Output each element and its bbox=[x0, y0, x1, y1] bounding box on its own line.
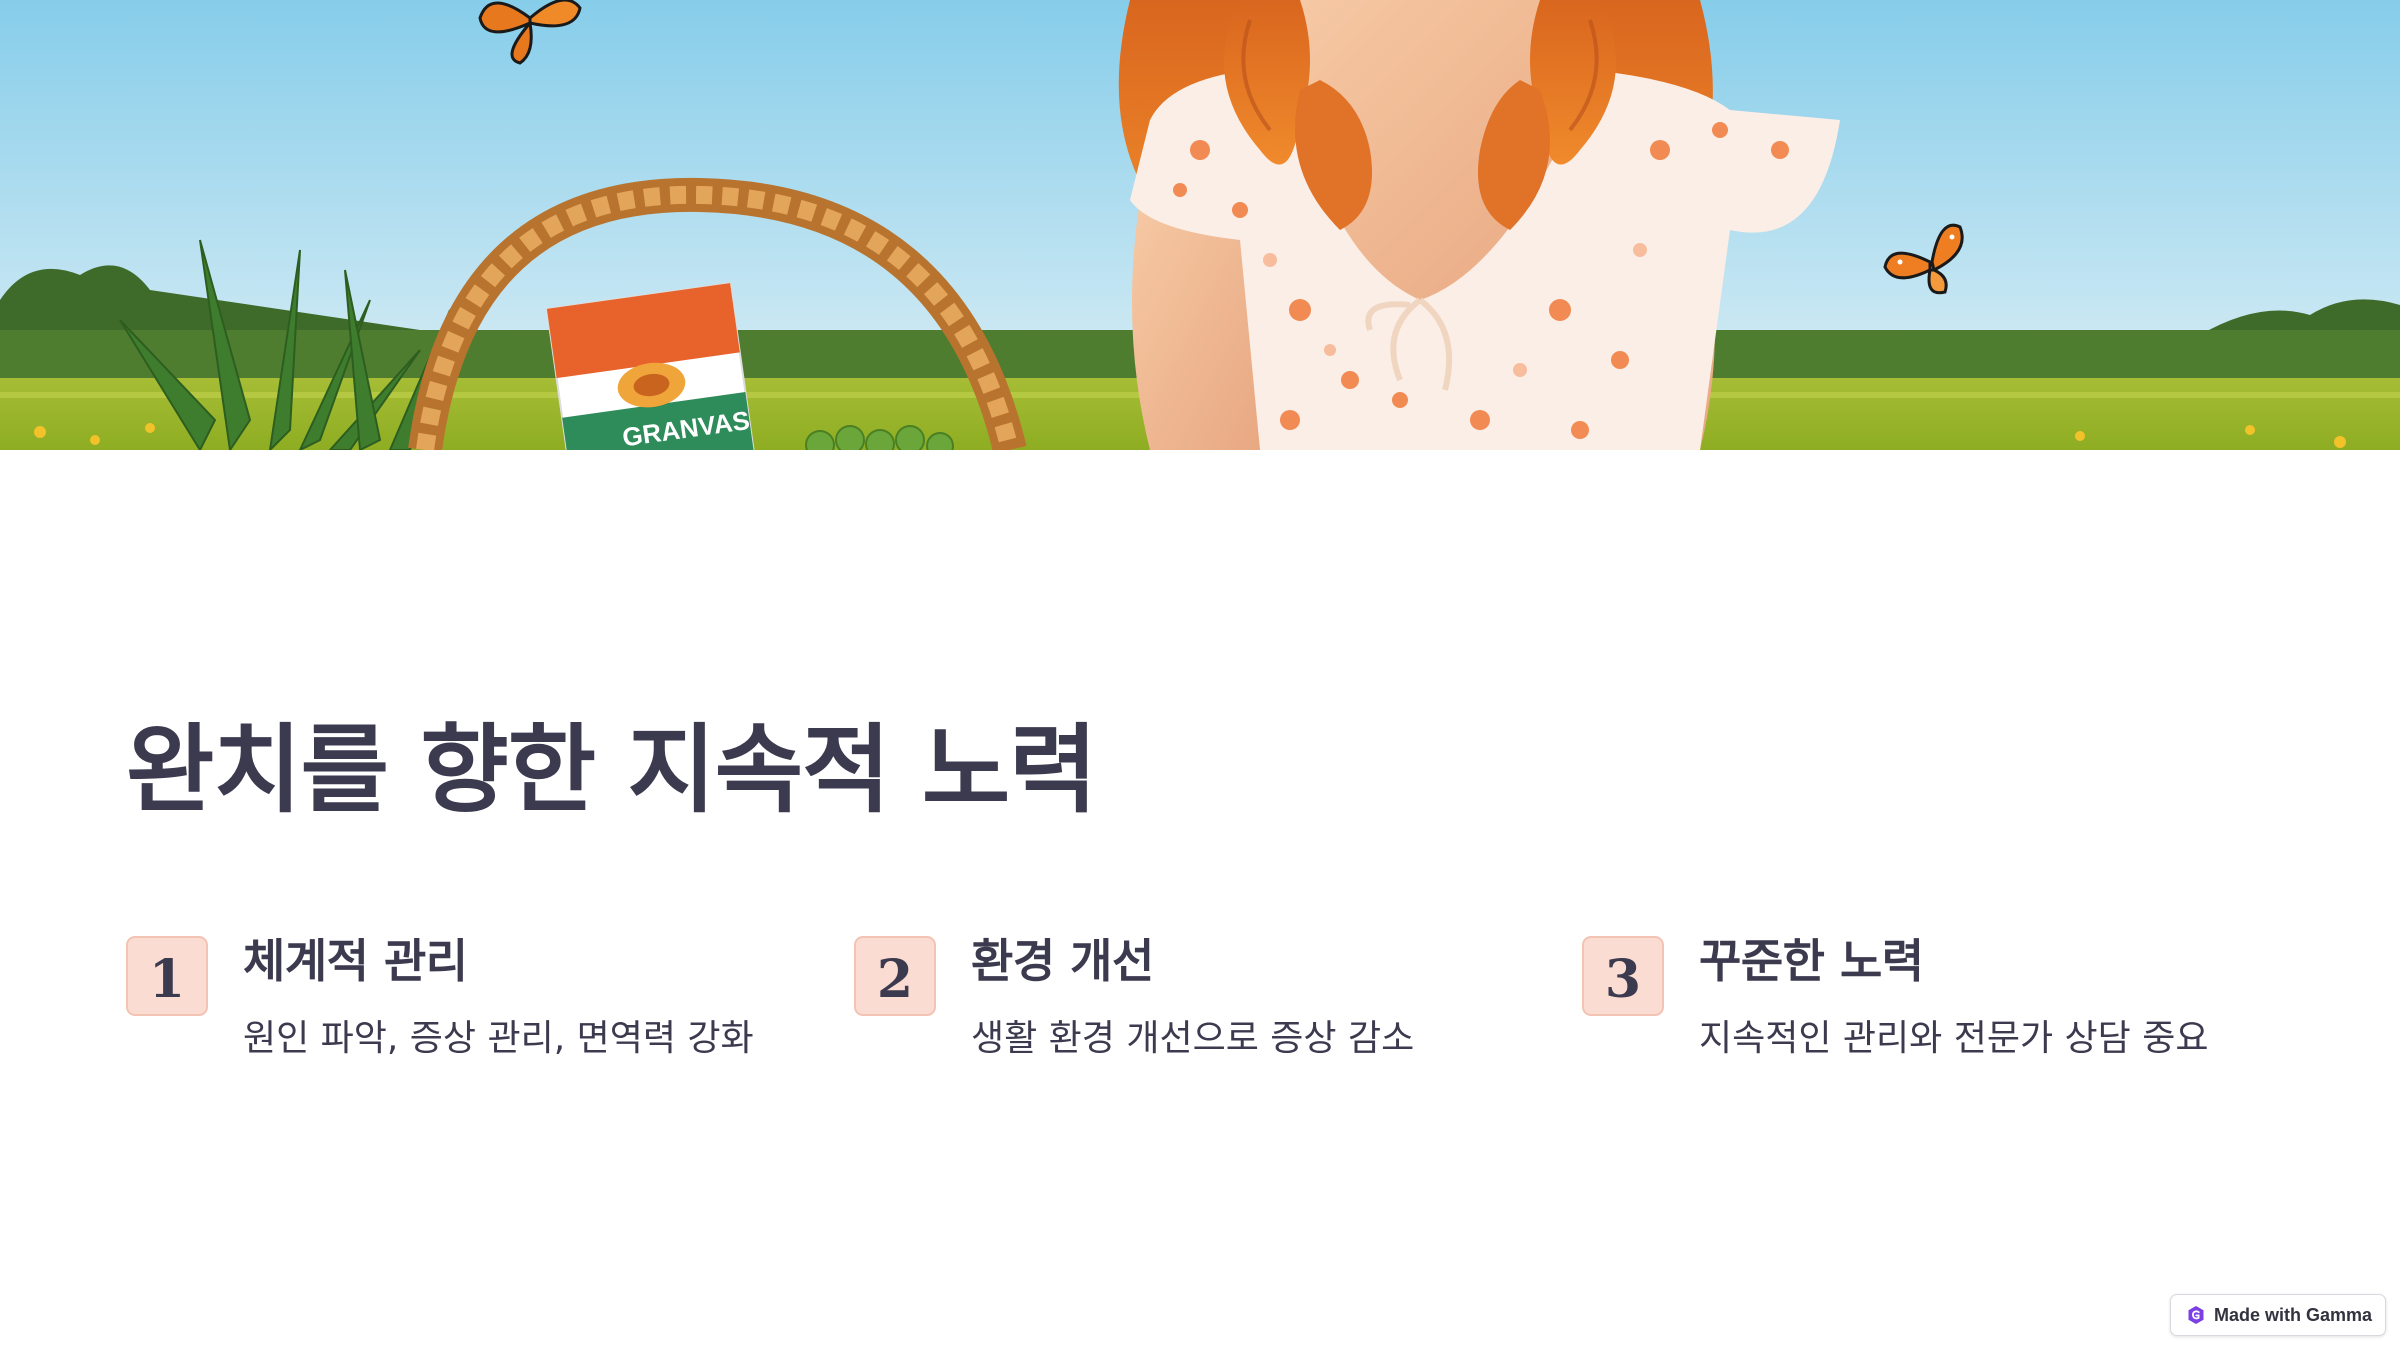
badge-label: Made with Gamma bbox=[2214, 1304, 2373, 1325]
step-description: 원인 파악, 증상 관리, 면역력 강화 bbox=[243, 1018, 754, 1059]
step-number-box: 2 bbox=[854, 936, 936, 1016]
step-number: 1 bbox=[148, 949, 186, 1010]
slide: GRANVAS 완치를 향한 지속적 노력 1 체계적 관리 원인 파악, 증상… bbox=[0, 0, 2400, 1350]
step-number-box: 1 bbox=[126, 936, 208, 1016]
slide-title: 완치를 향한 지속적 노력 bbox=[126, 714, 1097, 826]
step-item: 1 체계적 관리 원인 파악, 증상 관리, 면역력 강화 bbox=[126, 935, 826, 1075]
step-title: 꾸준한 노력 bbox=[1699, 934, 1924, 988]
gamma-logo-icon bbox=[2188, 1306, 2204, 1324]
step-item: 2 환경 개선 생활 환경 개선으로 증상 감소 bbox=[854, 935, 1554, 1075]
step-description: 지속적인 관리와 전문가 상담 중요 bbox=[1699, 1018, 2209, 1059]
step-title: 환경 개선 bbox=[971, 934, 1154, 988]
step-number-box: 3 bbox=[1582, 936, 1664, 1016]
step-description: 생활 환경 개선으로 증상 감소 bbox=[971, 1018, 1415, 1059]
step-number: 2 bbox=[876, 949, 914, 1010]
step-number: 3 bbox=[1604, 949, 1642, 1010]
hero-image: GRANVAS bbox=[0, 0, 2400, 450]
made-with-gamma-badge[interactable]: Made with Gamma bbox=[2170, 1294, 2386, 1336]
step-item: 3 꾸준한 노력 지속적인 관리와 전문가 상담 중요 bbox=[1582, 935, 2282, 1075]
step-title: 체계적 관리 bbox=[243, 934, 468, 988]
